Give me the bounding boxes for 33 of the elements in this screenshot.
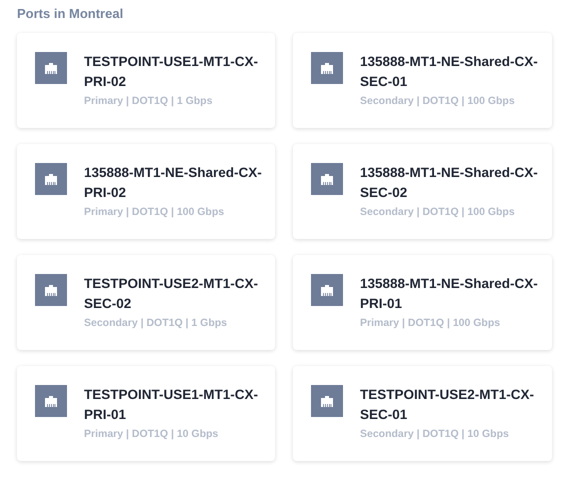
port-name: 135888-MT1-NE-Shared-CX-PRI-01	[360, 275, 539, 313]
port-details: Secondary | DOT1Q | 100 Gbps	[360, 206, 516, 218]
ethernet-port-icon	[311, 274, 343, 306]
section-heading: Ports in Montreal	[17, 6, 124, 21]
port-details: Primary | DOT1Q | 100 Gbps	[360, 317, 502, 329]
port-name: 135888-MT1-NE-Shared-CX-PRI-02	[84, 164, 263, 202]
port-details: Secondary | DOT1Q | 100 Gbps	[360, 95, 516, 107]
ethernet-port-icon	[311, 52, 343, 84]
port-card[interactable]: 135888-MT1-NE-Shared-CX-SEC-01 Secondary | DOT1Q | 100 Gbps	[293, 33, 552, 128]
ethernet-port-icon	[35, 52, 67, 84]
port-name: TESTPOINT-USE1-MT1-CX-PRI-01	[84, 386, 260, 424]
port-card[interactable]: 135888-MT1-NE-Shared-CX-SEC-02 Secondary | DOT1Q | 100 Gbps	[293, 144, 552, 239]
port-card[interactable]: TESTPOINT-USE2-MT1-CX-SEC-02 Secondary | DOT1Q | 1 Gbps	[17, 255, 275, 350]
port-name: TESTPOINT-USE1-MT1-CX-PRI-02	[84, 53, 260, 91]
port-card[interactable]: TESTPOINT-USE1-MT1-CX-PRI-01 Primary | DOT1Q | 10 Gbps	[17, 366, 275, 461]
port-name: 135888-MT1-NE-Shared-CX-SEC-02	[360, 164, 539, 202]
port-card[interactable]: 135888-MT1-NE-Shared-CX-PRI-01 Primary | DOT1Q | 100 Gbps	[293, 255, 552, 350]
ethernet-port-icon	[311, 163, 343, 195]
port-card[interactable]: 135888-MT1-NE-Shared-CX-PRI-02 Primary | DOT1Q | 100 Gbps	[17, 144, 275, 239]
ethernet-port-icon	[35, 163, 67, 195]
port-details: Secondary | DOT1Q | 10 Gbps	[360, 428, 510, 440]
port-details: Primary | DOT1Q | 10 Gbps	[84, 428, 220, 440]
port-details: Primary | DOT1Q | 1 Gbps	[84, 95, 214, 107]
port-details: Primary | DOT1Q | 100 Gbps	[84, 206, 226, 218]
port-card[interactable]: TESTPOINT-USE2-MT1-CX-SEC-01 Secondary | DOT1Q | 10 Gbps	[293, 366, 552, 461]
port-name: TESTPOINT-USE2-MT1-CX-SEC-02	[84, 275, 260, 313]
ethernet-port-icon	[35, 274, 67, 306]
port-name: 135888-MT1-NE-Shared-CX-SEC-01	[360, 53, 539, 91]
ethernet-port-icon	[35, 385, 67, 417]
port-details: Secondary | DOT1Q | 1 Gbps	[84, 317, 228, 329]
ethernet-port-icon	[311, 385, 343, 417]
port-name: TESTPOINT-USE2-MT1-CX-SEC-01	[360, 386, 536, 424]
port-card[interactable]: TESTPOINT-USE1-MT1-CX-PRI-02 Primary | DOT1Q | 1 Gbps	[17, 33, 275, 128]
